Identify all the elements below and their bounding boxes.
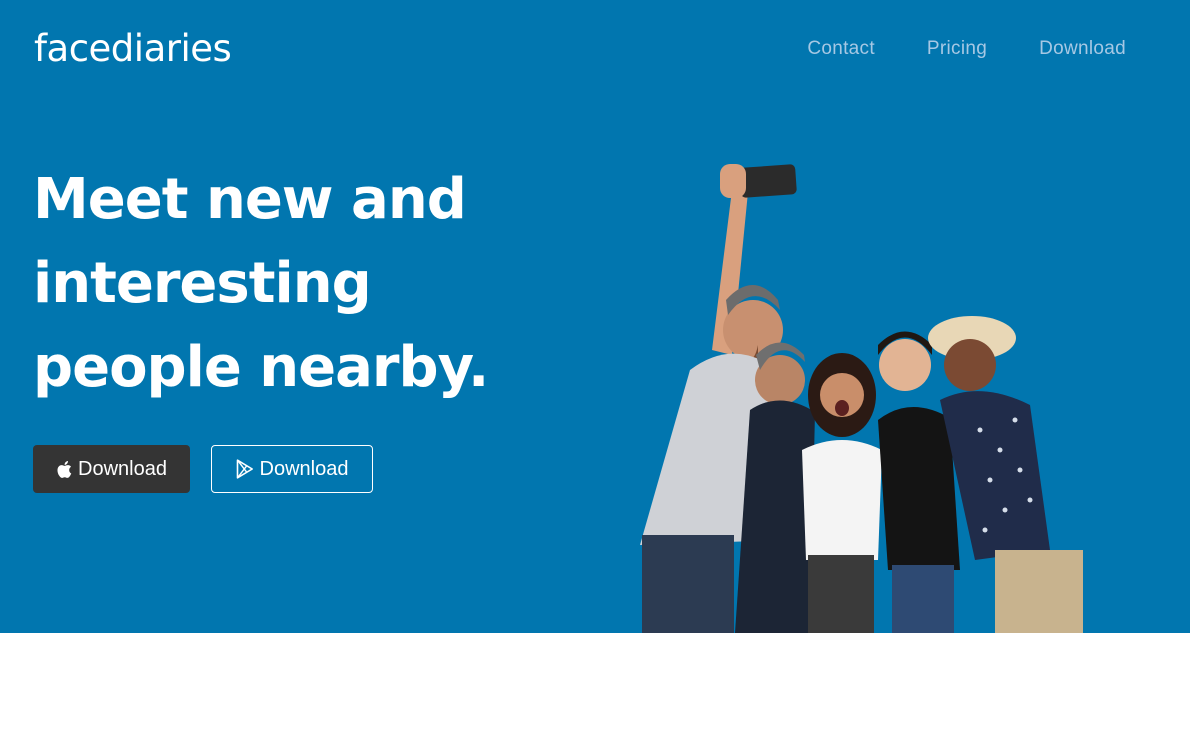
nav-contact[interactable]: Contact <box>807 38 875 60</box>
headline-line: interesting <box>33 251 372 316</box>
logo[interactable]: facediaries <box>34 27 232 70</box>
hero-section: facediaries Contact Pricing Download Mee… <box>0 0 1190 633</box>
content-below-hero <box>0 633 1190 744</box>
nav-pricing[interactable]: Pricing <box>927 38 987 60</box>
headline-line: people nearby. <box>33 335 489 400</box>
google-play-icon <box>236 459 254 479</box>
app-store-button-label: Download <box>78 457 167 480</box>
google-play-download-button[interactable]: Download <box>211 445 373 493</box>
nav-download[interactable]: Download <box>1039 38 1126 60</box>
hero-headline: Meet new and interesting people nearby. <box>33 158 553 410</box>
group-selfie-photo <box>640 164 1083 633</box>
app-store-download-button[interactable]: Download <box>33 445 190 493</box>
google-play-button-label: Download <box>259 457 349 480</box>
headline-line: Meet new and <box>33 167 467 232</box>
apple-icon <box>56 460 72 479</box>
top-nav: Contact Pricing Download <box>807 38 1126 60</box>
